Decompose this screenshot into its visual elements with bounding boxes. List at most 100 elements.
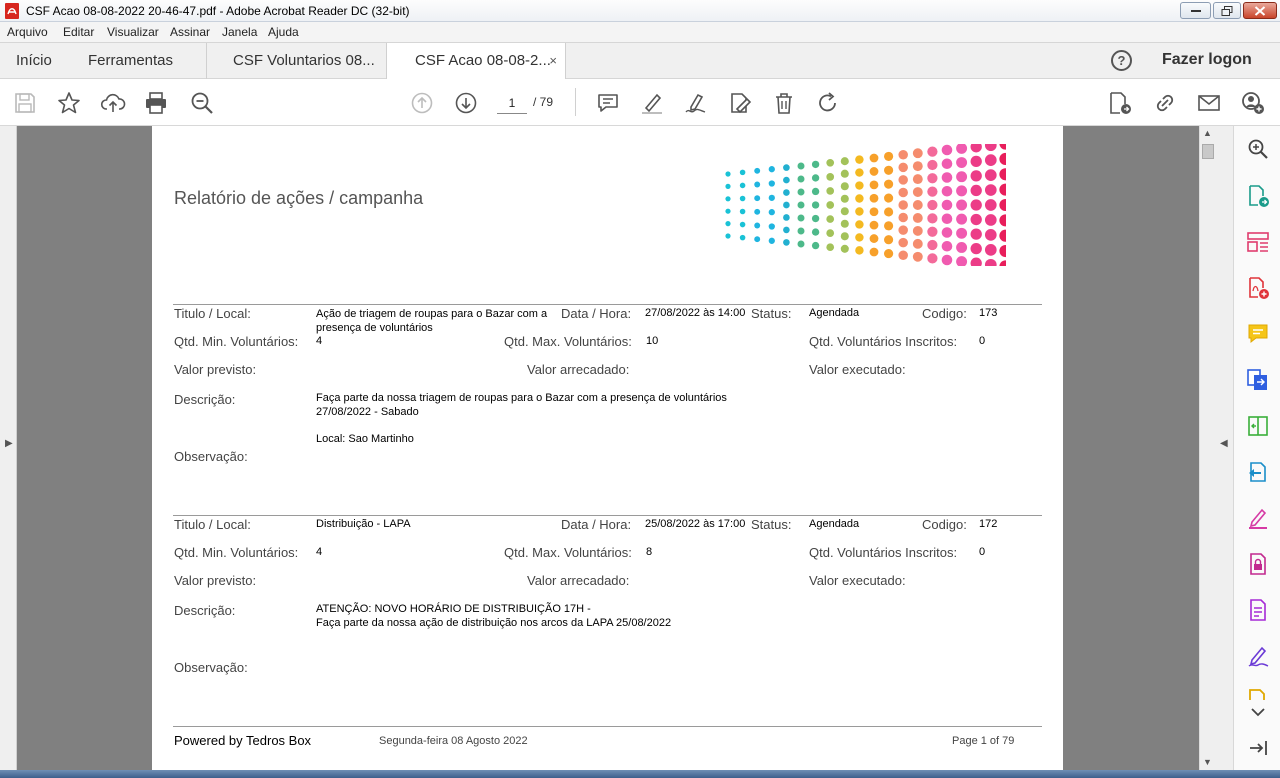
tab-document-voluntarios[interactable]: CSF Voluntarios 08... xyxy=(206,43,386,79)
menu-visualizar[interactable]: Visualizar xyxy=(107,25,159,39)
compress-icon[interactable] xyxy=(1246,414,1270,438)
rotate-icon[interactable] xyxy=(815,90,841,116)
logo-dot xyxy=(898,162,908,173)
fill-sign-icon[interactable] xyxy=(1246,506,1270,530)
zoom-out-icon[interactable] xyxy=(189,90,215,116)
logo-dot xyxy=(826,173,835,181)
bookmark-star-icon[interactable] xyxy=(56,90,82,116)
send-for-review-icon[interactable] xyxy=(1246,460,1270,484)
logo-dot xyxy=(725,183,731,189)
save-icon[interactable] xyxy=(12,90,38,116)
sign-icon[interactable] xyxy=(683,90,709,116)
record-divider xyxy=(173,515,1042,516)
logo-dot xyxy=(768,180,775,187)
logo-dot xyxy=(984,244,997,256)
add-user-icon[interactable] xyxy=(1240,90,1266,116)
logo-dot xyxy=(912,174,923,185)
label-arrecadado: Valor arrecadado: xyxy=(527,362,630,377)
logo-dot xyxy=(884,151,894,161)
menu-editar[interactable]: Editar xyxy=(63,25,94,39)
menu-janela[interactable]: Janela xyxy=(222,25,257,39)
close-window-button[interactable] xyxy=(1243,2,1277,19)
logo-dot xyxy=(912,187,923,197)
menu-ajuda[interactable]: Ajuda xyxy=(268,25,299,39)
highlight-pen-icon[interactable] xyxy=(639,90,665,116)
tab-close-icon[interactable]: × xyxy=(549,43,557,79)
label-arrecadado: Valor arrecadado: xyxy=(527,573,630,588)
label-status: Status: xyxy=(751,306,792,321)
tab-inicio[interactable]: Início xyxy=(16,43,52,79)
close-icon xyxy=(1254,5,1266,16)
logo-dot xyxy=(869,193,879,203)
record-2-descricao-line2: Faça parte da nossa ação de distribuição… xyxy=(316,617,672,629)
logo-dot xyxy=(855,246,864,255)
chevron-down-icon[interactable] xyxy=(1246,701,1270,717)
comment-icon[interactable] xyxy=(595,90,621,116)
delete-icon[interactable] xyxy=(771,90,797,116)
logo-dot xyxy=(869,153,879,163)
restore-button[interactable] xyxy=(1213,2,1241,19)
tab-document-acao[interactable]: CSF Acao 08-08-2... × xyxy=(386,43,566,80)
pdf-page: Relatório de ações / campanha Titulo / L… xyxy=(152,126,1063,770)
report-title: Relatório de ações / campanha xyxy=(174,188,424,208)
edit-pdf-icon[interactable] xyxy=(1246,598,1270,622)
next-page-icon[interactable] xyxy=(453,90,479,116)
protect-icon[interactable] xyxy=(1246,552,1270,576)
record-2-codigo: 172 xyxy=(979,518,998,530)
export-pdf-icon[interactable] xyxy=(1107,90,1133,116)
right-pane-toggle[interactable]: ◀ xyxy=(1215,126,1233,770)
menu-assinar[interactable]: Assinar xyxy=(170,25,210,39)
logo-dot xyxy=(826,201,835,209)
logo-dot xyxy=(754,208,761,215)
comment-icon[interactable] xyxy=(1246,322,1270,346)
logo-dot xyxy=(869,234,879,243)
print-icon[interactable] xyxy=(143,90,169,116)
restore-icon xyxy=(1221,5,1233,16)
more-tools-icon[interactable] xyxy=(1246,686,1270,700)
menu-arquivo[interactable]: Arquivo xyxy=(7,25,48,39)
organize-pages-icon[interactable] xyxy=(1246,230,1270,254)
scroll-up-icon[interactable]: ▲ xyxy=(1203,128,1212,138)
logo-dot xyxy=(941,240,953,252)
logo-dot xyxy=(884,165,894,175)
logo-dot xyxy=(768,223,775,230)
upload-cloud-icon[interactable] xyxy=(100,90,126,116)
scroll-down-icon[interactable]: ▼ xyxy=(1203,757,1212,767)
page-number-input[interactable] xyxy=(497,92,527,114)
export-pdf-icon[interactable] xyxy=(1246,184,1270,208)
vertical-scrollbar[interactable]: ▲ ▼ xyxy=(1199,126,1215,770)
minimize-button[interactable] xyxy=(1180,2,1211,19)
login-button[interactable]: Fazer logon xyxy=(1162,51,1252,69)
certificate-icon[interactable] xyxy=(1246,644,1270,668)
left-pane-toggle[interactable]: ▶ xyxy=(0,126,17,770)
logo-dot xyxy=(754,181,761,188)
logo-dot xyxy=(999,183,1006,196)
combine-files-icon[interactable] xyxy=(1246,368,1270,392)
label-status: Status: xyxy=(751,517,792,532)
label-max: Qtd. Max. Voluntários: xyxy=(504,545,632,560)
logo-dot xyxy=(999,214,1006,227)
share-link-icon[interactable] xyxy=(1152,90,1178,116)
logo-dot xyxy=(956,157,968,169)
tabs-bar: Início Ferramentas CSF Voluntarios 08...… xyxy=(0,42,1280,80)
zoom-search-icon[interactable] xyxy=(1246,137,1270,161)
logo-dot xyxy=(999,144,1006,150)
logo-dot xyxy=(956,213,968,225)
logo-dot xyxy=(884,193,894,203)
logo-dot xyxy=(811,201,820,209)
logo-dot xyxy=(984,199,997,211)
create-pdf-icon[interactable] xyxy=(1246,276,1270,300)
collapse-pane-icon[interactable] xyxy=(1246,736,1270,760)
logo-dot xyxy=(912,148,923,159)
logo-dot xyxy=(970,242,982,255)
scroll-thumb[interactable] xyxy=(1202,144,1214,159)
help-icon[interactable]: ? xyxy=(1111,50,1132,71)
email-icon[interactable] xyxy=(1196,90,1222,116)
window-title: CSF Acao 08-08-2022 20-46-47.pdf - Adobe… xyxy=(26,4,410,18)
prev-page-icon[interactable] xyxy=(409,90,435,116)
edit-doc-icon[interactable] xyxy=(727,90,753,116)
logo-dot xyxy=(884,221,894,231)
tab-ferramentas[interactable]: Ferramentas xyxy=(88,43,173,79)
logo-dot xyxy=(912,251,923,262)
document-viewport: ▶ Relatório de ações / campanha Titulo /… xyxy=(0,126,1233,770)
